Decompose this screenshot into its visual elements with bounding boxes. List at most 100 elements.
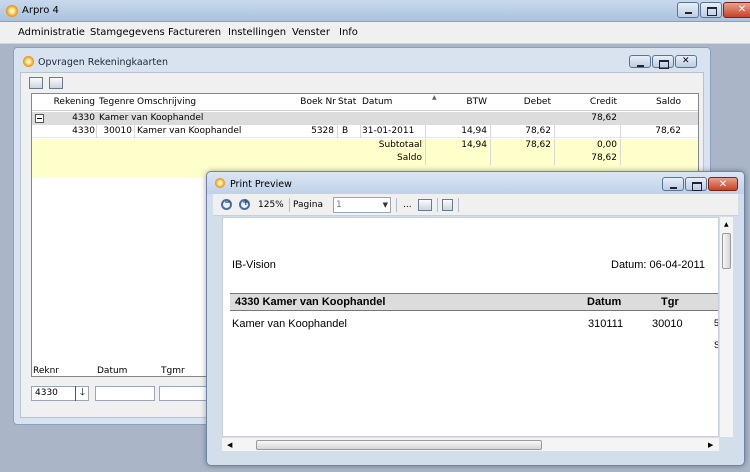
print-icon[interactable] [29,77,43,89]
main-window-controls [676,2,750,18]
group-rekening: 4330 [72,113,95,123]
saldo-label: Saldo [397,153,422,163]
child-maximize-button[interactable] [652,55,674,69]
menubar: Administratie Stamgegevens Factureren In… [0,22,750,44]
child-window-title: Opvragen Rekeningkaarten [38,57,168,68]
menu-stamgegevens[interactable]: Stamgegevens [90,27,165,38]
reknr-input[interactable]: 4330 🡓 [31,386,89,401]
print-preview-controls [661,177,738,191]
horizontal-scroll-thumb[interactable] [256,440,542,450]
zoom-level: 125% [258,200,284,210]
filter-label-datum: Datum [97,366,128,376]
app-icon [6,5,18,17]
reknr-value: 4330 [35,388,58,398]
close-button[interactable] [723,2,750,18]
cell-btw: 14,94 [461,126,487,136]
subtotal-credit: 0,00 [596,140,617,150]
cell-datum: 31-01-2011 [362,126,415,136]
print-preview-titlebar: Print Preview [207,172,744,194]
report-page: IB-Vision Datum: 06-04-2011 4330 Kamer v… [222,217,719,437]
collapse-icon[interactable] [35,114,44,123]
zoom-in-icon[interactable] [239,198,250,210]
saldo-row[interactable]: Saldo 78,62 [32,152,698,165]
arrow-down-icon[interactable]: 🡓 [75,386,89,401]
export-icon[interactable] [442,199,453,211]
scroll-left-icon[interactable]: ◀ [227,441,232,449]
pp-close-button[interactable] [708,177,738,191]
zoom-out-icon[interactable] [221,198,232,210]
page-label: Pagina [293,200,323,210]
menu-factureren[interactable]: Factureren [168,27,221,38]
vertical-scroll-thumb[interactable] [722,233,731,269]
saldo-credit: 78,62 [591,153,617,163]
menu-instellingen[interactable]: Instellingen [228,27,286,38]
cell-tegenre: 30010 [103,126,132,136]
pp-minimize-button[interactable] [662,177,684,191]
report-line-tgr: 30010 [652,318,683,330]
print-icon[interactable] [418,199,432,211]
report-company: IB-Vision [232,259,276,271]
col-boeknr[interactable]: Boek Nr [298,96,336,109]
print-preview-icon[interactable] [49,77,63,89]
minimize-button[interactable] [677,2,699,18]
group-row[interactable]: 4330 Kamer van Koophandel 78,62 [32,112,698,125]
page-select[interactable]: 1 ▼ [333,197,391,213]
cell-stat: B [342,126,349,136]
sort-up-icon: ▲ [432,94,437,101]
scroll-up-icon[interactable]: ▲ [724,221,729,228]
col-btw[interactable]: BTW [442,96,487,109]
col-stat[interactable]: Stat [338,96,360,109]
window-icon [23,56,34,67]
print-preview-window: Print Preview 125% Pagina 1 ▼ ... IB-Vis… [206,171,745,466]
col-tegenre[interactable]: Tegenre [99,96,139,109]
pp-maximize-button[interactable] [685,177,707,191]
filter-label-reknr: Reknr [33,366,60,376]
horizontal-scrollbar[interactable]: ◀ ▶ [222,437,719,451]
menu-venster[interactable]: Venster [292,27,330,38]
col-debet[interactable]: Debet [506,96,551,109]
report-group-header: 4330 Kamer van Koophandel Datum Tgr [230,293,718,311]
cell-boeknr: 5328 [311,126,334,136]
cell-saldo: 78,62 [655,126,681,136]
table-row[interactable]: 4330 30010 Kamer van Koophandel 5328 B 3… [32,125,698,138]
col-omschrijving[interactable]: Omschrijving [137,96,257,109]
child-window-controls: ✕ [628,55,697,69]
more-button[interactable]: ... [403,198,412,212]
scroll-right-icon[interactable]: ▶ [708,441,713,449]
page-select-value: 1 [336,200,342,210]
col-credit[interactable]: Credit [572,96,617,109]
subtotal-label: Subtotaal [378,140,422,150]
report-col-datum: Datum [587,296,622,308]
report-band-title: 4330 Kamer van Koophandel [235,296,386,308]
maximize-button[interactable] [700,2,722,18]
cell-credit [572,125,617,138]
report-line-date: 310111 [588,318,624,330]
col-rekening[interactable]: Rekening [47,96,95,109]
col-saldo[interactable]: Saldo [636,96,681,109]
chevron-down-icon: ▼ [382,201,388,209]
tgmr-input[interactable] [159,386,207,401]
report-date: Datum: 06-04-2011 [611,259,705,271]
group-omschrijving: Kamer van Koophandel [99,113,204,123]
subtotal-row[interactable]: Subtotaal 14,94 78,62 0,00 [32,139,698,152]
datum-input[interactable] [95,386,155,401]
subtotal-btw: 14,94 [461,140,487,150]
grid-header: Rekening Tegenre Omschrijving Boek Nr St… [32,94,698,111]
child-minimize-button[interactable] [629,55,651,68]
vertical-scrollbar[interactable]: ▲ [719,217,733,437]
app-title: Arpro 4 [22,5,59,16]
cell-rekening: 4330 [72,126,95,136]
window-icon [215,178,225,188]
report-col-tgr: Tgr [661,296,679,308]
menu-administratie[interactable]: Administratie [18,27,85,38]
group-credit: 78,62 [591,113,617,123]
print-preview-title: Print Preview [230,179,292,190]
subtotal-debet: 78,62 [525,140,551,150]
menu-info[interactable]: Info [339,27,358,38]
cell-debet: 78,62 [525,126,551,136]
filter-label-tgmr: Tgmr [161,366,185,376]
child-close-button[interactable]: ✕ [675,55,697,68]
col-datum[interactable]: Datum [362,96,422,109]
cell-omschrijving: Kamer van Koophandel [137,126,242,136]
main-titlebar: Arpro 4 [0,0,750,22]
